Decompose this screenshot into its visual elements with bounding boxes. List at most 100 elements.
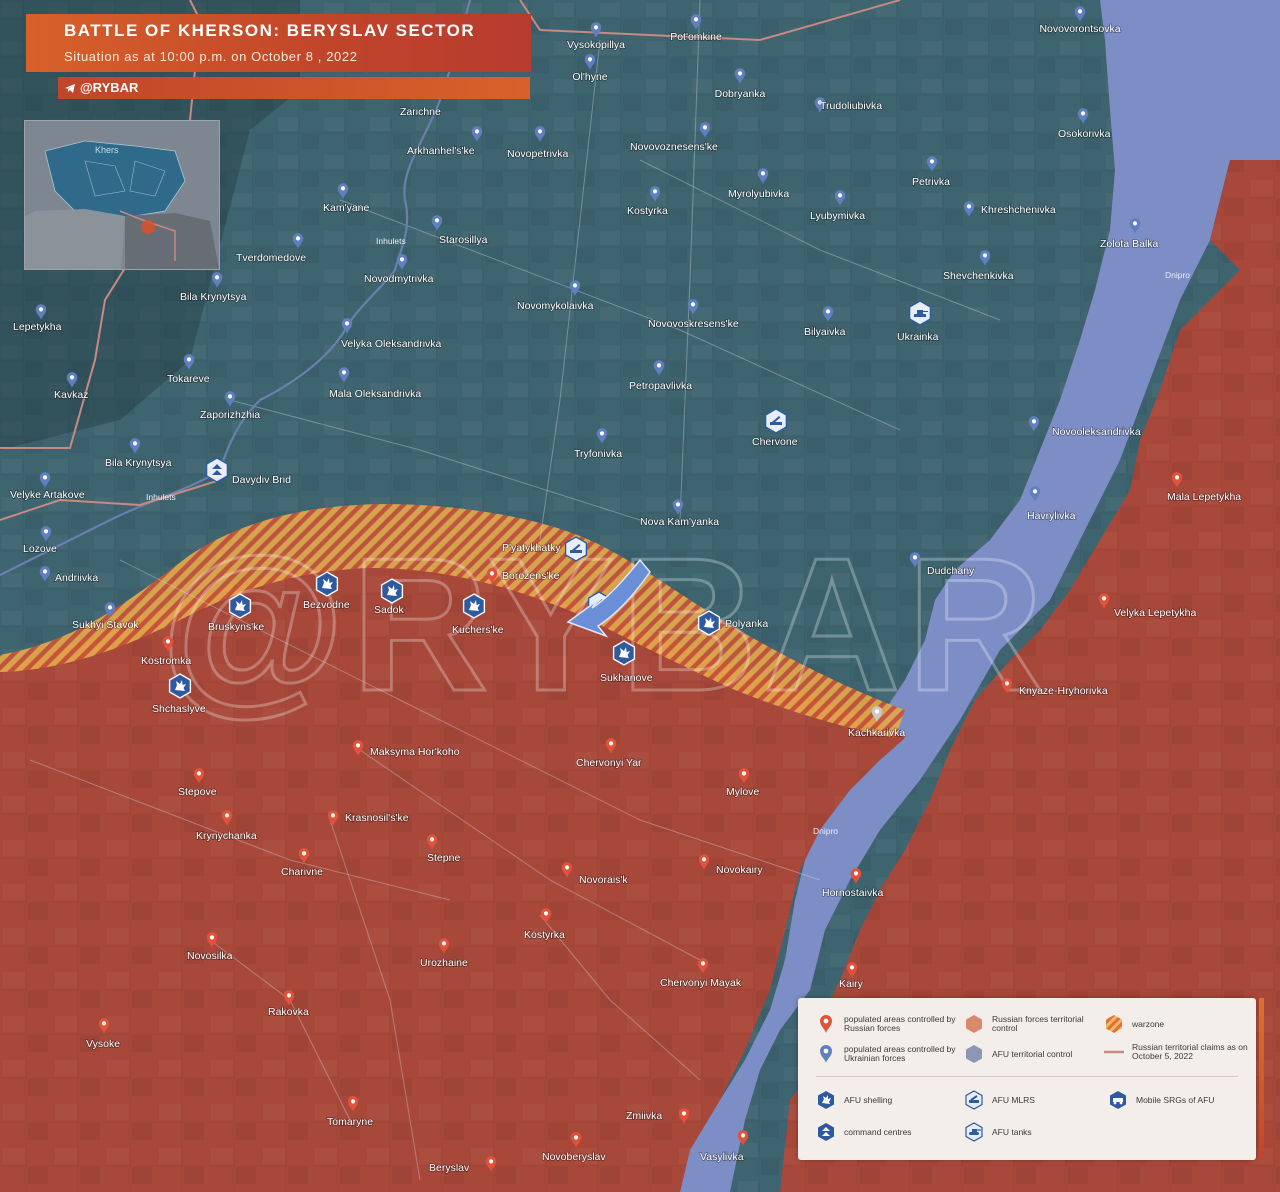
shelling-icon — [228, 593, 252, 619]
legend-label: populated areas controlled by Ukrainian … — [844, 1044, 956, 1063]
shelling-icon — [612, 640, 636, 666]
place-label: Kavkaz — [54, 389, 88, 401]
place-label: Bila Krynytsya — [105, 457, 172, 469]
legend-label: Russian territorial claims as on October… — [1132, 1042, 1248, 1061]
claims-line-icon — [1104, 1042, 1124, 1062]
legend-item-shelling: AFU shelling — [816, 1090, 892, 1110]
mlrs-icon — [564, 536, 588, 562]
place-label: Knyaze-Hryhorivka — [1019, 685, 1108, 697]
legend-label: AFU MLRS — [992, 1094, 1035, 1105]
place-label: Lepetykha — [13, 321, 62, 333]
legend-item-command: command centres — [816, 1122, 912, 1142]
legend-item-afu-hex: AFU territorial control — [964, 1044, 1072, 1064]
place-label: Chervonyi Mayak — [660, 977, 742, 989]
place-label: Kostromka — [141, 655, 191, 667]
place-label: P'yatykhatky — [502, 542, 561, 554]
place-label: Stepne — [427, 852, 460, 864]
place-label: Bruskyns'ke — [208, 621, 264, 633]
legend-item-claims: Russian territorial claims as on October… — [1104, 1042, 1250, 1062]
shelling-icon — [816, 1090, 836, 1110]
mlrs-icon — [764, 408, 788, 434]
place-label: Bezvodne — [303, 599, 350, 611]
river-label-dnipro-1: Dnipro — [1165, 270, 1190, 280]
warzone-hatch-icon — [1104, 1014, 1124, 1034]
shelling-icon — [380, 578, 404, 604]
place-label: Velyka Oleksandrivka — [341, 338, 442, 350]
afu-hex-icon — [964, 1044, 984, 1064]
place-label: Andriivka — [55, 572, 98, 584]
place-label: Shevchenkivka — [943, 270, 1014, 282]
place-label: Borozens'ke — [502, 570, 560, 582]
place-label: Urozhaine — [420, 957, 468, 969]
place-label: Novomykolaivka — [517, 300, 594, 312]
ukrainian-pin-icon — [816, 1044, 836, 1064]
shelling-icon — [462, 593, 486, 619]
place-label: Kachkarivka — [848, 727, 905, 739]
russian-hex-icon — [964, 1014, 984, 1034]
legend-label: warzone — [1132, 1018, 1165, 1029]
place-label: Maksyma Hor'koho — [370, 746, 460, 758]
legend-label: Mobile SRGs of AFU — [1136, 1094, 1215, 1105]
map-subtitle: Situation as at 10:00 p.m. on October 8 … — [64, 49, 358, 64]
shelling-icon — [697, 610, 721, 636]
legend-item-russian-pin: populated areas controlled by Russian fo… — [816, 1014, 962, 1034]
place-label: Myrolyubivka — [728, 188, 789, 200]
place-label: Novooleksandrivka — [1052, 426, 1141, 438]
place-label: Chervone — [752, 436, 798, 448]
place-label: Kuchers'ke — [452, 624, 504, 636]
legend-label: populated areas controlled by Russian fo… — [844, 1014, 956, 1033]
place-label: Sadok — [374, 604, 405, 616]
place-label: Vysoke — [86, 1038, 120, 1050]
brand-bar: @RYBAR — [58, 77, 530, 99]
legend-item-warzone: warzone — [1104, 1014, 1164, 1034]
place-label: Zmiivka — [626, 1110, 662, 1122]
place-label: Davydiv Brid — [232, 474, 291, 486]
place-label: Trudoliubivka — [820, 100, 882, 112]
place-label: Hornostaivka — [822, 887, 883, 899]
place-label: Velyka Lepetykha — [1114, 607, 1196, 619]
place-label: Vasylivka — [700, 1151, 744, 1163]
watermark: @RYBAR — [160, 519, 1050, 731]
tank-icon — [964, 1122, 984, 1142]
legend-label: Russian forces territorial control — [992, 1014, 1084, 1033]
place-label: Novorais'k — [579, 874, 628, 886]
place-label: Dobryanka — [715, 88, 766, 100]
place-label: Sukhanove — [600, 672, 653, 684]
place-label: Novoberyslav — [542, 1151, 606, 1163]
place-label: Polyanka — [725, 618, 768, 630]
place-label: Chervonyi Yar — [576, 757, 642, 769]
place-label: Vysokopillya — [567, 39, 625, 51]
shelling-icon — [168, 673, 192, 699]
tank-icon — [908, 300, 932, 326]
place-label: Krynychanka — [196, 830, 257, 842]
place-label: Velyke Artakove — [10, 489, 85, 501]
place-label: Stepove — [178, 786, 217, 798]
place-label: Tverdomedove — [236, 252, 306, 264]
srg-icon — [1108, 1090, 1128, 1110]
mlrs-icon — [964, 1090, 984, 1110]
place-label: Sukhyi Stavok — [72, 619, 139, 631]
legend-item-tanks: AFU tanks — [964, 1122, 1032, 1142]
inset-label: Khers — [95, 145, 119, 155]
legend-item-mlrs: AFU MLRS — [964, 1090, 1035, 1110]
legend-divider — [816, 1076, 1238, 1077]
place-label: Osokorivka — [1058, 128, 1111, 140]
legend-label: AFU tanks — [992, 1126, 1032, 1137]
russian-pin-icon — [816, 1014, 836, 1034]
place-label: Bila Krynytsya — [180, 291, 247, 303]
place-label: Mylove — [726, 786, 759, 798]
place-label: Novovorontsovka — [1039, 23, 1120, 35]
river-label-inhulets-1: Inhulets — [376, 236, 406, 246]
title-banner: BATTLE OF KHERSON: BERYSLAV SECTOR Situa… — [26, 14, 531, 72]
place-label: Novosilka — [187, 950, 233, 962]
place-label: Dudchany — [927, 565, 975, 577]
place-label: Zarichne — [400, 106, 441, 118]
place-label: Tokareve — [167, 373, 210, 385]
place-label: Tomaryne — [327, 1116, 373, 1128]
place-label: Zolota Balka — [1100, 238, 1159, 250]
legend-label: AFU territorial control — [992, 1048, 1073, 1059]
map-title: BATTLE OF KHERSON: BERYSLAV SECTOR — [64, 21, 476, 40]
legend: populated areas controlled by Russian fo… — [798, 998, 1264, 1160]
legend-accent-bar — [1259, 998, 1264, 1160]
place-label: Lozove — [23, 543, 57, 555]
